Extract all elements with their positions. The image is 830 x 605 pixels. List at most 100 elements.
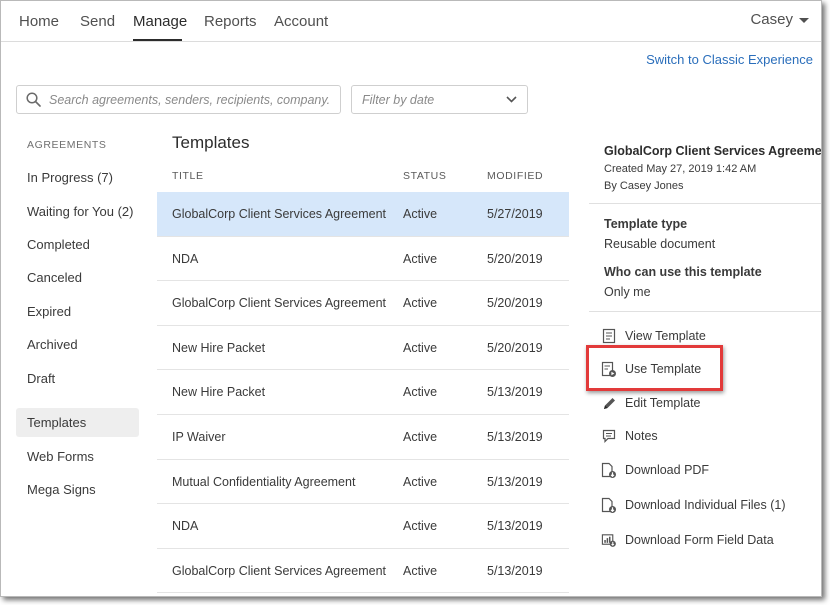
template-details-panel: GlobalCorp Client Services Agreement Cre… bbox=[589, 137, 822, 596]
table-row[interactable]: GlobalCorp Client Services Agreement Act… bbox=[157, 549, 569, 594]
column-header-status[interactable]: STATUS bbox=[403, 170, 446, 182]
row-modified: 5/13/2019 bbox=[487, 385, 543, 400]
notes-action[interactable]: Notes bbox=[601, 426, 658, 446]
sidebar-item-canceled[interactable]: Canceled bbox=[16, 263, 139, 292]
sidebar-item-waiting-for-you[interactable]: Waiting for You (2) bbox=[16, 197, 139, 226]
download-form-data-action[interactable]: Download Form Field Data bbox=[601, 530, 774, 550]
nav-home[interactable]: Home bbox=[19, 13, 59, 30]
template-type-label: Template type bbox=[604, 217, 688, 231]
row-title: NDA bbox=[172, 251, 199, 266]
row-modified: 5/13/2019 bbox=[487, 429, 543, 444]
divider bbox=[589, 311, 821, 312]
nav-reports[interactable]: Reports bbox=[204, 13, 257, 30]
download-pdf-action[interactable]: Download PDF bbox=[601, 460, 709, 480]
row-modified: 5/20/2019 bbox=[487, 296, 543, 311]
chevron-down-icon bbox=[799, 18, 809, 23]
table-row[interactable]: Mutual Confidentiality Agreement Active … bbox=[157, 460, 569, 505]
sidebar-item-in-progress[interactable]: In Progress (7) bbox=[16, 163, 139, 192]
row-modified: 5/13/2019 bbox=[487, 563, 543, 578]
row-status: Active bbox=[403, 207, 438, 221]
row-modified: 5/20/2019 bbox=[487, 340, 543, 355]
row-title: GlobalCorp Client Services Agreement bbox=[172, 296, 386, 311]
sidebar-item-draft[interactable]: Draft bbox=[16, 364, 139, 393]
divider bbox=[589, 203, 821, 204]
row-status: Active bbox=[403, 296, 438, 311]
download-files-label: Download Individual Files (1) bbox=[625, 498, 786, 512]
row-status: Active bbox=[403, 385, 438, 400]
table-row[interactable]: IP Waiver Active 5/13/2019 bbox=[157, 415, 569, 460]
table-row[interactable]: New Hire Packet Active 5/13/2019 bbox=[157, 370, 569, 415]
details-created-by: By Casey Jones bbox=[604, 180, 684, 192]
row-status: Active bbox=[403, 474, 438, 489]
row-status: Active bbox=[403, 340, 438, 355]
view-template-action[interactable]: View Template bbox=[601, 326, 706, 346]
user-menu[interactable]: Casey bbox=[750, 11, 809, 28]
table-row[interactable]: New Hire Packet Active 5/20/2019 bbox=[157, 326, 569, 371]
row-status: Active bbox=[403, 519, 438, 534]
use-template-action[interactable]: Use Template bbox=[601, 359, 701, 379]
user-name: Casey bbox=[750, 11, 793, 28]
row-modified: 5/20/2019 bbox=[487, 251, 543, 266]
view-template-icon bbox=[601, 327, 617, 345]
templates-table: GlobalCorp Client Services Agreement Act… bbox=[157, 192, 569, 594]
switch-classic-link[interactable]: Switch to Classic Experience bbox=[646, 52, 813, 67]
sidebar-heading: AGREEMENTS bbox=[27, 139, 107, 151]
row-title: GlobalCorp Client Services Agreement bbox=[172, 207, 386, 221]
nav-account[interactable]: Account bbox=[274, 13, 328, 30]
who-can-use-value: Only me bbox=[604, 285, 651, 299]
table-row[interactable]: NDA Active 5/20/2019 bbox=[157, 237, 569, 282]
row-modified: 5/13/2019 bbox=[487, 474, 543, 489]
date-filter-placeholder: Filter by date bbox=[362, 92, 435, 107]
row-title: IP Waiver bbox=[172, 429, 226, 444]
sidebar-item-web-forms[interactable]: Web Forms bbox=[16, 442, 139, 471]
view-template-label: View Template bbox=[625, 329, 706, 343]
page-title: Templates bbox=[172, 133, 250, 152]
row-modified: 5/13/2019 bbox=[487, 519, 543, 534]
download-pdf-label: Download PDF bbox=[625, 463, 710, 477]
app-window: Home Send Manage Reports Account Casey S… bbox=[0, 0, 822, 597]
edit-template-action[interactable]: Edit Template bbox=[601, 393, 701, 413]
download-form-data-label: Download Form Field Data bbox=[625, 533, 774, 547]
row-title: New Hire Packet bbox=[172, 340, 266, 355]
nav-send[interactable]: Send bbox=[80, 13, 115, 30]
row-title: GlobalCorp Client Services Agreement bbox=[172, 563, 386, 578]
table-row[interactable]: GlobalCorp Client Services Agreement Act… bbox=[157, 281, 569, 326]
table-row[interactable]: GlobalCorp Client Services Agreement Act… bbox=[157, 192, 569, 237]
search-box[interactable] bbox=[16, 85, 341, 114]
sidebar-item-expired[interactable]: Expired bbox=[16, 297, 139, 326]
sidebar-item-archived[interactable]: Archived bbox=[16, 330, 139, 359]
row-status: Active bbox=[403, 251, 438, 266]
column-header-title[interactable]: TITLE bbox=[172, 170, 204, 182]
sidebar-item-templates[interactable]: Templates bbox=[16, 408, 139, 437]
sidebar-item-completed[interactable]: Completed bbox=[16, 230, 139, 259]
search-input[interactable] bbox=[49, 92, 329, 107]
use-template-icon bbox=[601, 360, 617, 378]
table-row[interactable]: NDA Active 5/13/2019 bbox=[157, 504, 569, 549]
who-can-use-label: Who can use this template bbox=[604, 265, 762, 279]
edit-template-label: Edit Template bbox=[625, 396, 701, 410]
details-created: Created May 27, 2019 1:42 AM bbox=[604, 163, 757, 175]
download-pdf-icon bbox=[601, 461, 617, 479]
row-title: NDA bbox=[172, 519, 199, 534]
row-title: New Hire Packet bbox=[172, 385, 266, 400]
pencil-icon bbox=[601, 394, 617, 412]
download-files-icon bbox=[601, 496, 617, 514]
details-title: GlobalCorp Client Services Agreement bbox=[604, 144, 822, 158]
sidebar-item-mega-signs[interactable]: Mega Signs bbox=[16, 475, 139, 504]
template-type-value: Reusable document bbox=[604, 237, 716, 251]
chevron-down-icon bbox=[506, 96, 517, 103]
date-filter-dropdown[interactable]: Filter by date bbox=[351, 85, 528, 114]
row-status: Active bbox=[403, 429, 438, 444]
column-header-modified[interactable]: MODIFIED bbox=[487, 170, 543, 182]
row-status: Active bbox=[403, 563, 438, 578]
search-icon bbox=[26, 92, 41, 107]
use-template-label: Use Template bbox=[625, 362, 702, 376]
top-navigation: Home Send Manage Reports Account Casey bbox=[1, 1, 821, 42]
notes-icon bbox=[601, 427, 617, 445]
download-files-action[interactable]: Download Individual Files (1) bbox=[601, 495, 786, 515]
active-tab-indicator bbox=[133, 39, 182, 41]
row-title: Mutual Confidentiality Agreement bbox=[172, 474, 356, 489]
nav-manage[interactable]: Manage bbox=[133, 13, 187, 30]
form-data-icon bbox=[601, 531, 617, 549]
row-modified: 5/27/2019 bbox=[487, 207, 543, 221]
